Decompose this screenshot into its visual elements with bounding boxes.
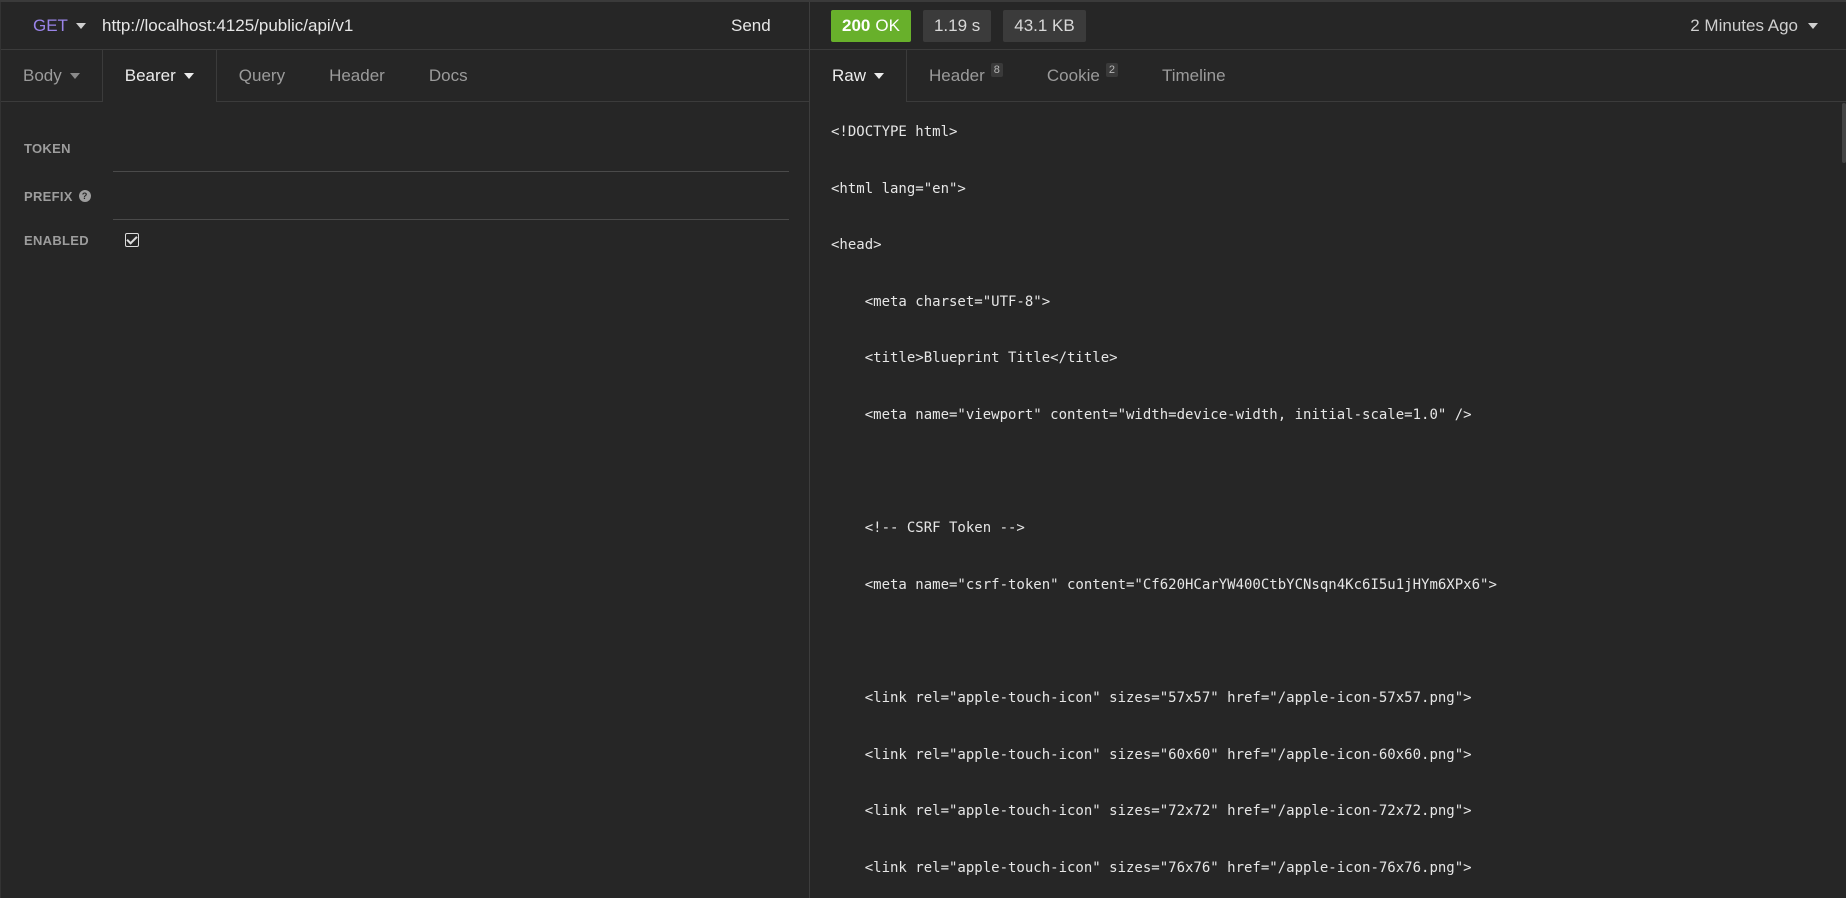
response-tabs: Raw Header 8 Cookie 2 Timeline (810, 50, 1846, 102)
prefix-label: PREFIX ? (1, 189, 111, 204)
code-line: <html lang="en"> (831, 180, 966, 197)
status-badge: 200 OK (831, 9, 911, 42)
code-line: <link rel="apple-touch-icon" sizes="76x7… (831, 859, 1472, 876)
code-line: <meta name="viewport" content="width=dev… (831, 406, 1472, 423)
url-bar: GET http://localhost:4125/public/api/v1 … (1, 2, 809, 50)
chevron-down-icon (874, 73, 885, 79)
status-code: 200 (842, 15, 871, 35)
scrollbar[interactable] (1842, 103, 1846, 163)
response-body-viewer[interactable]: <!DOCTYPE html> <html lang="en"> <head> … (810, 103, 1846, 898)
url-input[interactable]: http://localhost:4125/public/api/v1 (101, 16, 731, 36)
app-window: GET http://localhost:4125/public/api/v1 … (0, 0, 1846, 898)
response-time-badge: 1.19 s (922, 9, 992, 42)
request-tabs: Body Bearer Query Header Docs (1, 50, 809, 102)
cookie-count-badge: 2 (1105, 62, 1118, 77)
request-pane: GET http://localhost:4125/public/api/v1 … (0, 2, 809, 898)
prefix-input[interactable] (113, 190, 789, 220)
response-size-badge: 43.1 KB (1003, 9, 1086, 42)
method-dropdown[interactable]: GET (1, 16, 101, 36)
tab-label: Header (329, 65, 385, 85)
chevron-down-icon (1808, 22, 1818, 29)
bearer-auth-form: TOKEN PREFIX ? ENABLED (1, 102, 809, 260)
tab-docs[interactable]: Docs (407, 50, 490, 101)
response-status-bar: 200 OK 1.19 s 43.1 KB 2 Minutes Ago (810, 2, 1846, 50)
enabled-row: ENABLED (1, 220, 809, 260)
tab-cookie[interactable]: Cookie 2 (1025, 50, 1140, 101)
token-label-text: TOKEN (24, 140, 71, 156)
chevron-down-icon (69, 72, 80, 79)
tab-raw[interactable]: Raw (810, 50, 908, 102)
status-text: OK (875, 15, 900, 35)
code-line: <link rel="apple-touch-icon" sizes="57x5… (831, 689, 1472, 706)
code-line: <title>Blueprint Title</title> (831, 350, 1118, 367)
code-line: <link rel="apple-touch-icon" sizes="72x7… (831, 803, 1472, 820)
tab-label: Header (929, 65, 985, 85)
code-line: <!DOCTYPE html> (831, 124, 958, 140)
send-button[interactable]: Send (731, 16, 809, 36)
prefix-row: PREFIX ? (1, 172, 809, 220)
tab-bearer[interactable]: Bearer (101, 50, 217, 102)
chevron-down-icon (183, 73, 194, 79)
method-label: GET (33, 15, 68, 35)
code-line: <!-- CSRF Token --> (831, 520, 1025, 537)
response-age: 2 Minutes Ago (1690, 15, 1798, 35)
tab-label: Timeline (1161, 65, 1226, 85)
tab-timeline[interactable]: Timeline (1140, 50, 1248, 101)
header-count-badge: 8 (990, 62, 1003, 77)
chevron-down-icon (75, 22, 86, 29)
tab-response-header[interactable]: Header 8 (907, 50, 1025, 101)
tab-label: Raw (832, 66, 867, 85)
token-label: TOKEN (1, 141, 111, 156)
tab-label: Cookie (1046, 65, 1100, 85)
tab-label: Docs (428, 65, 468, 85)
tab-body[interactable]: Body (1, 50, 102, 101)
tab-query[interactable]: Query (217, 50, 307, 101)
tab-header[interactable]: Header (307, 50, 407, 101)
enabled-label-text: ENABLED (24, 232, 89, 248)
code-line: <meta name="csrf-token" content="Cf620HC… (831, 576, 1497, 593)
prefix-label-text: PREFIX (24, 188, 73, 204)
code-line: <meta charset="UTF-8"> (831, 293, 1051, 310)
code-line: <head> (831, 237, 882, 254)
tab-label: Bearer (124, 66, 176, 85)
response-pane: 200 OK 1.19 s 43.1 KB 2 Minutes Ago Raw … (809, 2, 1846, 898)
tab-label: Body (23, 65, 62, 85)
tab-label: Query (238, 65, 286, 85)
response-history-dropdown[interactable]: 2 Minutes Ago (1690, 16, 1846, 36)
token-input[interactable] (113, 142, 789, 172)
enabled-checkbox-icon[interactable] (125, 233, 139, 247)
enabled-label: ENABLED (1, 233, 111, 248)
help-icon[interactable]: ? (78, 190, 91, 202)
code-line: <link rel="apple-touch-icon" sizes="60x6… (831, 746, 1472, 763)
token-row: TOKEN (1, 124, 809, 172)
